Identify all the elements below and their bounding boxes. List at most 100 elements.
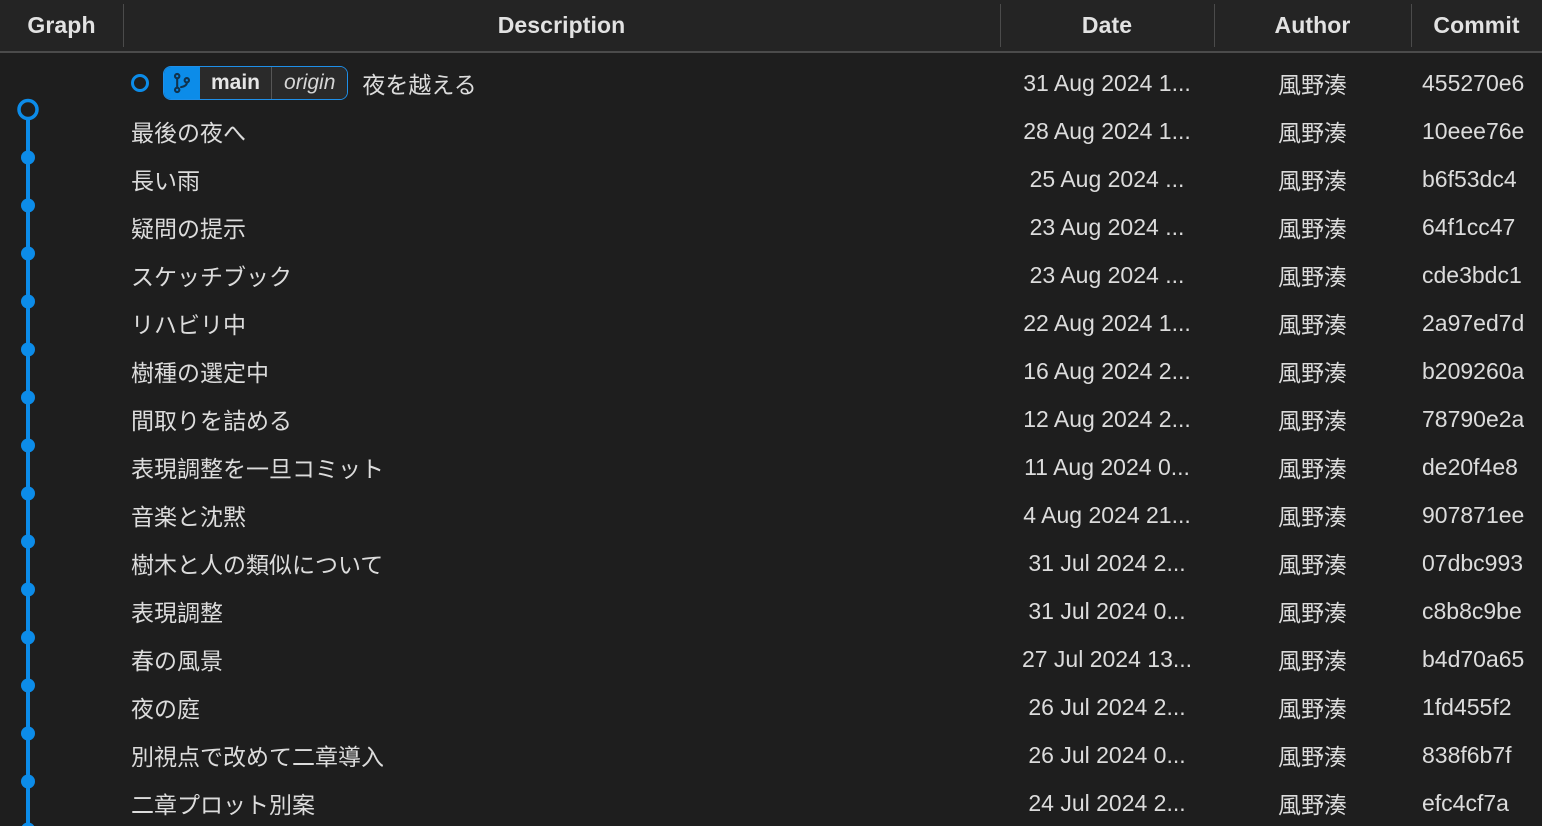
column-header-description[interactable]: Description xyxy=(123,0,1000,51)
commit-author: 風野湊 xyxy=(1278,792,1347,818)
commit-author: 風野湊 xyxy=(1278,552,1347,578)
commit-row[interactable]: 表現調整を一旦コミット 11 Aug 2024 0... 風野湊 de20f4e8 xyxy=(0,443,1542,491)
commit-author-cell[interactable]: 風野湊 xyxy=(1214,539,1411,587)
commit-description-cell[interactable]: 樹木と人の類似について xyxy=(123,539,1000,587)
commit-message: 長い雨 xyxy=(131,168,200,194)
commit-date-cell[interactable]: 11 Aug 2024 0... xyxy=(1000,443,1214,491)
commit-date-cell[interactable]: 12 Aug 2024 2... xyxy=(1000,395,1214,443)
commit-row[interactable]: 長い雨 25 Aug 2024 ... 風野湊 b6f53dc4 xyxy=(0,155,1542,203)
commit-row[interactable]: 音楽と沈黙 4 Aug 2024 21... 風野湊 907871ee xyxy=(0,491,1542,539)
commit-description-cell[interactable]: 表現調整を一旦コミット xyxy=(123,443,1000,491)
commit-author-cell[interactable]: 風野湊 xyxy=(1214,59,1411,107)
commit-description-cell[interactable]: 春の風景 xyxy=(123,635,1000,683)
commit-author-cell[interactable]: 風野湊 xyxy=(1214,347,1411,395)
commit-description-cell[interactable]: リハビリ中 xyxy=(123,299,1000,347)
column-header-graph[interactable]: Graph xyxy=(0,0,123,51)
commit-description-cell[interactable]: 夜の庭 xyxy=(123,683,1000,731)
commit-author-cell[interactable]: 風野湊 xyxy=(1214,443,1411,491)
branch-ref-badge[interactable]: main origin xyxy=(163,66,349,100)
commit-author-cell[interactable]: 風野湊 xyxy=(1214,731,1411,779)
commit-author-cell[interactable]: 風野湊 xyxy=(1214,203,1411,251)
commit-description-cell[interactable]: 音楽と沈黙 xyxy=(123,491,1000,539)
commit-row[interactable]: 別視点で改めて二章導入 26 Jul 2024 0... 風野湊 838f6b7f xyxy=(0,731,1542,779)
commit-description-cell[interactable]: スケッチブック xyxy=(123,251,1000,299)
commit-row[interactable]: リハビリ中 22 Aug 2024 1... 風野湊 2a97ed7d xyxy=(0,299,1542,347)
commit-row[interactable]: main origin 夜を越える 31 Aug 2024 1... 風野湊 455270… xyxy=(0,59,1542,107)
commit-date-cell[interactable]: 26 Jul 2024 0... xyxy=(1000,731,1214,779)
commit-description-cell[interactable]: main origin 夜を越える xyxy=(123,59,1000,107)
commit-row[interactable]: 夜の庭 26 Jul 2024 2... 風野湊 1fd455f2 xyxy=(0,683,1542,731)
commit-author-cell[interactable]: 風野湊 xyxy=(1214,299,1411,347)
commit-description-cell[interactable]: 長い雨 xyxy=(123,155,1000,203)
commit-author-cell[interactable]: 風野湊 xyxy=(1214,635,1411,683)
commit-date-cell[interactable]: 23 Aug 2024 ... xyxy=(1000,251,1214,299)
commit-row[interactable]: 樹種の選定中 16 Aug 2024 2... 風野湊 b209260a xyxy=(0,347,1542,395)
commit-date-cell[interactable]: 16 Aug 2024 2... xyxy=(1000,347,1214,395)
commit-description-cell[interactable]: 間取りを詰める xyxy=(123,395,1000,443)
commit-hash: b209260a xyxy=(1422,357,1525,384)
commit-hash-cell[interactable]: efc4cf7a xyxy=(1411,779,1542,826)
commit-row[interactable]: 樹木と人の類似について 31 Jul 2024 2... 風野湊 07dbc993 xyxy=(0,539,1542,587)
column-header-graph-label: Graph xyxy=(27,12,96,38)
commit-date-cell[interactable]: 26 Jul 2024 2... xyxy=(1000,683,1214,731)
commit-hash: b6f53dc4 xyxy=(1422,165,1517,192)
commit-list[interactable]: main origin 夜を越える 31 Aug 2024 1... 風野湊 455270… xyxy=(0,53,1542,826)
commit-row[interactable]: 最後の夜へ 28 Aug 2024 1... 風野湊 10eee76e xyxy=(0,107,1542,155)
commit-hash-cell[interactable]: 1fd455f2 xyxy=(1411,683,1542,731)
commit-author-cell[interactable]: 風野湊 xyxy=(1214,251,1411,299)
commit-hash-cell[interactable]: 2a97ed7d xyxy=(1411,299,1542,347)
commit-hash-cell[interactable]: b4d70a65 xyxy=(1411,635,1542,683)
commit-author-cell[interactable]: 風野湊 xyxy=(1214,155,1411,203)
commit-hash-cell[interactable]: cde3bdc1 xyxy=(1411,251,1542,299)
commit-description-cell[interactable]: 二章プロット別案 xyxy=(123,779,1000,826)
commit-description-cell[interactable]: 別視点で改めて二章導入 xyxy=(123,731,1000,779)
commit-hash: 907871ee xyxy=(1422,501,1525,528)
commit-author-cell[interactable]: 風野湊 xyxy=(1214,107,1411,155)
column-header-description-label: Description xyxy=(497,12,626,38)
commit-date-cell[interactable]: 31 Jul 2024 2... xyxy=(1000,539,1214,587)
commit-description-cell[interactable]: 疑問の提示 xyxy=(123,203,1000,251)
commit-row[interactable]: 疑問の提示 23 Aug 2024 ... 風野湊 64f1cc47 xyxy=(0,203,1542,251)
commit-hash-cell[interactable]: 64f1cc47 xyxy=(1411,203,1542,251)
commit-author-cell[interactable]: 風野湊 xyxy=(1214,587,1411,635)
commit-author-cell[interactable]: 風野湊 xyxy=(1214,683,1411,731)
commit-date-cell[interactable]: 24 Jul 2024 2... xyxy=(1000,779,1214,826)
commit-author-cell[interactable]: 風野湊 xyxy=(1214,491,1411,539)
commit-date-cell[interactable]: 22 Aug 2024 1... xyxy=(1000,299,1214,347)
commit-date-cell[interactable]: 31 Aug 2024 1... xyxy=(1000,59,1214,107)
commit-row[interactable]: 間取りを詰める 12 Aug 2024 2... 風野湊 78790e2a xyxy=(0,395,1542,443)
commit-author-cell[interactable]: 風野湊 xyxy=(1214,395,1411,443)
column-header-date[interactable]: Date xyxy=(1000,0,1214,51)
commit-hash-cell[interactable]: b209260a xyxy=(1411,347,1542,395)
column-header-author[interactable]: Author xyxy=(1214,0,1411,51)
commit-description-cell[interactable]: 最後の夜へ xyxy=(123,107,1000,155)
commit-row[interactable]: 春の風景 27 Jul 2024 13... 風野湊 b4d70a65 xyxy=(0,635,1542,683)
commit-date-cell[interactable]: 28 Aug 2024 1... xyxy=(1000,107,1214,155)
commit-history-view: Graph Description Date Author Commit mai… xyxy=(0,0,1542,826)
commit-hash: 2a97ed7d xyxy=(1422,309,1525,336)
commit-hash-cell[interactable]: 838f6b7f xyxy=(1411,731,1542,779)
commit-date-cell[interactable]: 23 Aug 2024 ... xyxy=(1000,203,1214,251)
commit-description-cell[interactable]: 表現調整 xyxy=(123,587,1000,635)
commit-author-cell[interactable]: 風野湊 xyxy=(1214,779,1411,826)
commit-hash-cell[interactable]: 10eee76e xyxy=(1411,107,1542,155)
commit-date: 31 Aug 2024 1... xyxy=(1023,69,1191,96)
commit-message: 春の風景 xyxy=(131,648,223,674)
commit-hash-cell[interactable]: 07dbc993 xyxy=(1411,539,1542,587)
column-header-commit[interactable]: Commit xyxy=(1411,0,1542,51)
commit-date-cell[interactable]: 4 Aug 2024 21... xyxy=(1000,491,1214,539)
commit-hash-cell[interactable]: 78790e2a xyxy=(1411,395,1542,443)
commit-hash-cell[interactable]: 455270e6 xyxy=(1411,59,1542,107)
commit-date-cell[interactable]: 27 Jul 2024 13... xyxy=(1000,635,1214,683)
commit-date-cell[interactable]: 31 Jul 2024 0... xyxy=(1000,587,1214,635)
commit-hash-cell[interactable]: 907871ee xyxy=(1411,491,1542,539)
commit-description-cell[interactable]: 樹種の選定中 xyxy=(123,347,1000,395)
commit-date-cell[interactable]: 25 Aug 2024 ... xyxy=(1000,155,1214,203)
commit-row[interactable]: 表現調整 31 Jul 2024 0... 風野湊 c8b8c9be xyxy=(0,587,1542,635)
commit-hash-cell[interactable]: de20f4e8 xyxy=(1411,443,1542,491)
commit-row[interactable]: スケッチブック 23 Aug 2024 ... 風野湊 cde3bdc1 xyxy=(0,251,1542,299)
commit-date: 31 Jul 2024 0... xyxy=(1028,597,1186,624)
commit-hash-cell[interactable]: c8b8c9be xyxy=(1411,587,1542,635)
commit-hash-cell[interactable]: b6f53dc4 xyxy=(1411,155,1542,203)
commit-row[interactable]: 二章プロット別案 24 Jul 2024 2... 風野湊 efc4cf7a xyxy=(0,779,1542,826)
